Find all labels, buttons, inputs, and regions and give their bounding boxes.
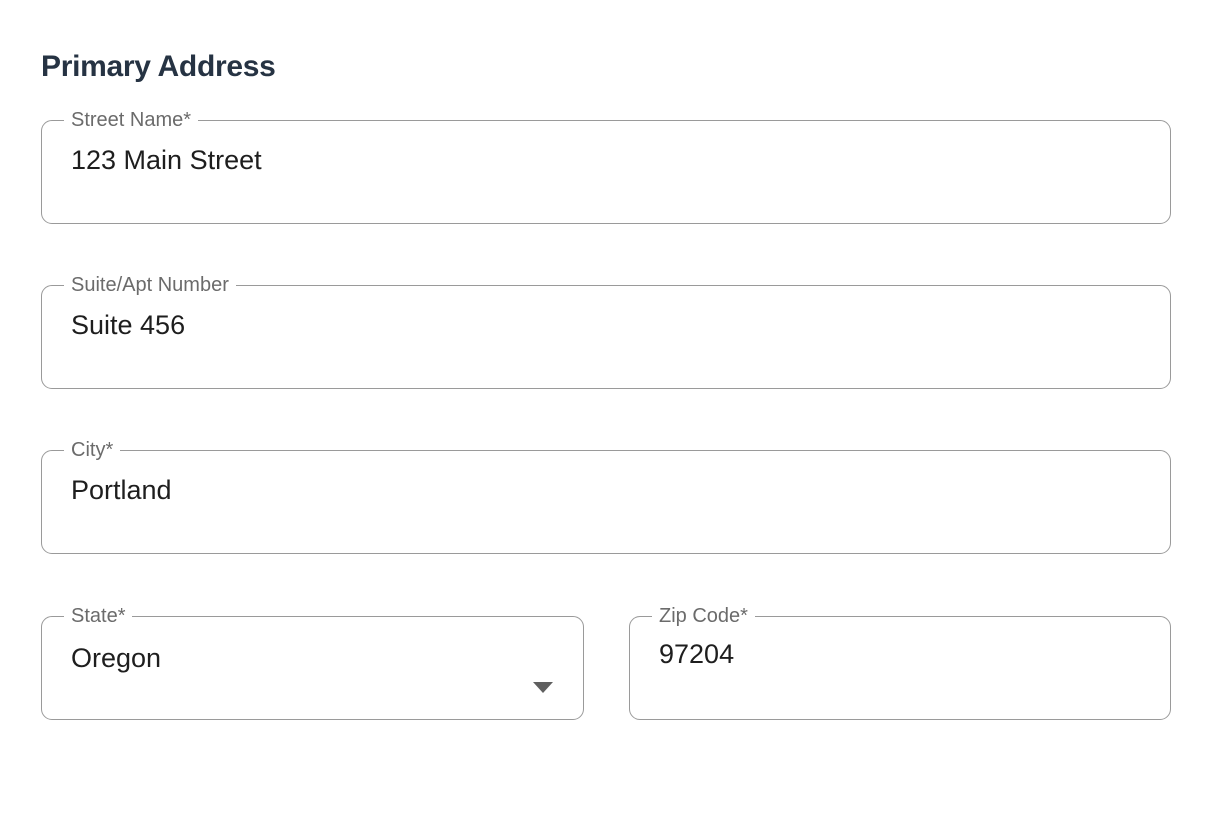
zip-code-field[interactable]: Zip Code* 97204 xyxy=(629,605,1171,720)
suite-apt-input[interactable]: Suite 456 xyxy=(71,308,1170,342)
address-form: Primary Address Street Name* 123 Main St… xyxy=(0,0,1206,816)
street-name-label: Street Name* xyxy=(71,109,192,131)
street-name-field[interactable]: Street Name* 123 Main Street xyxy=(41,109,1171,224)
state-selected-value[interactable]: Oregon xyxy=(71,641,583,675)
city-field[interactable]: City* Portland xyxy=(41,439,1171,554)
section-title: Primary Address xyxy=(41,50,276,83)
city-input[interactable]: Portland xyxy=(71,473,1170,507)
street-name-input[interactable]: 123 Main Street xyxy=(71,143,1170,177)
state-select[interactable]: State* Oregon xyxy=(41,605,584,720)
zip-code-input[interactable]: 97204 xyxy=(659,637,1170,671)
city-label: City* xyxy=(71,439,114,461)
zip-code-label: Zip Code* xyxy=(659,605,748,627)
state-label: State* xyxy=(71,605,126,627)
suite-apt-field[interactable]: Suite/Apt Number Suite 456 xyxy=(41,274,1171,389)
caret-down-icon[interactable] xyxy=(533,682,553,693)
suite-apt-label: Suite/Apt Number xyxy=(71,274,229,296)
